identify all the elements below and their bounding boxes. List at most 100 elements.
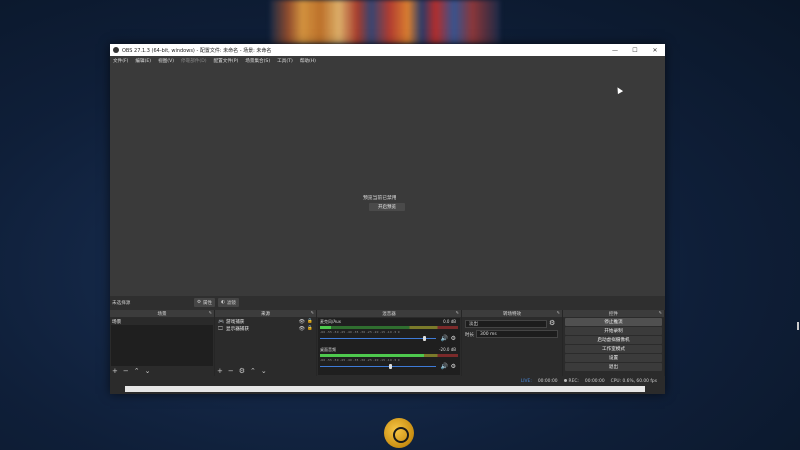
filters-button[interactable]: ◐ 滤镜 <box>218 298 239 307</box>
scene-list[interactable]: 场景 <box>111 318 213 366</box>
visibility-icon[interactable]: 👁 <box>299 319 305 325</box>
gear-icon[interactable]: ⚙ <box>451 335 456 342</box>
sources-toolbar: + − ⚙ ⌃ ⌄ <box>217 367 272 375</box>
stop-streaming-button[interactable]: 停止推流 <box>565 318 662 326</box>
docks-row: 场景 ✎ 场景 + − ⌃ ⌄ 来源 ✎ 🎮 游戏捕获 👁 🔒 🖵 显示器捕获 … <box>110 310 665 376</box>
ball-logo-icon <box>384 418 414 448</box>
move-down-icon[interactable]: ⌄ <box>145 367 151 375</box>
visibility-icon[interactable]: 👁 <box>299 326 305 332</box>
source-settings-icon[interactable]: ⚙ <box>239 367 245 375</box>
filters-label: 滤镜 <box>226 300 236 306</box>
gear-icon[interactable]: ⚙ <box>549 319 555 327</box>
dock-float-icon[interactable]: ✎ <box>456 310 459 315</box>
properties-button[interactable]: ⚙ 属性 <box>194 298 216 307</box>
menu-file[interactable]: 文件(F) <box>113 58 128 64</box>
speaker-icon[interactable]: 🔊 <box>441 363 448 370</box>
mixer-body: 麦克风/Aux 0.0 dB -60 -55 -50 -45 -40 -35 -… <box>318 318 460 375</box>
source-item-display-capture[interactable]: 🖵 显示器捕获 👁 🔒 <box>216 325 315 332</box>
mixer-channel-desktop: 桌面音频 -20.0 dB -60 -55 -50 -45 -40 -35 -3… <box>318 346 460 374</box>
move-down-icon[interactable]: ⌄ <box>261 367 267 375</box>
channel-db: -20.0 dB <box>439 347 456 352</box>
obs-window: OBS 27.1.3 (64-bit, windows) - 配置文件: 未命名… <box>110 44 665 394</box>
title-bar: OBS 27.1.3 (64-bit, windows) - 配置文件: 未命名… <box>110 44 665 56</box>
controls-dock-header: 控件 ✎ <box>563 310 664 317</box>
settings-button[interactable]: 设置 <box>565 354 662 362</box>
volume-knob[interactable] <box>389 364 392 369</box>
lock-icon[interactable]: 🔒 <box>307 319 313 324</box>
cpu-fps: CPU: 0.6%, 60.00 fps <box>610 378 657 384</box>
menu-profile[interactable]: 配置文件(P) <box>214 58 239 64</box>
move-up-icon[interactable]: ⌃ <box>134 367 140 375</box>
volume-knob[interactable] <box>423 336 426 341</box>
meter-scale: -60 -55 -50 -45 -40 -35 -30 -25 -20 -15 … <box>320 358 400 362</box>
source-toolbar: 未选择源 ⚙ 属性 ◐ 滤镜 <box>110 296 665 310</box>
scenes-dock: 场景 ✎ 场景 + − ⌃ ⌄ <box>110 310 214 376</box>
remove-scene-icon[interactable]: − <box>123 367 129 375</box>
dock-float-icon[interactable]: ✎ <box>659 310 662 315</box>
move-up-icon[interactable]: ⌃ <box>250 367 256 375</box>
transition-select[interactable]: 淡出 <box>465 320 547 328</box>
preview-area[interactable]: 预览当前已禁用 开启预览 <box>110 66 665 296</box>
rec-time: 00:00:00 <box>584 378 605 384</box>
source-item-game-capture[interactable]: 🎮 游戏捕获 👁 🔒 <box>216 318 315 325</box>
menu-view[interactable]: 视图(V) <box>158 58 174 64</box>
rec-indicator: REC: <box>563 378 579 384</box>
mixer-title: 混音器 <box>382 311 396 317</box>
speaker-icon[interactable]: 🔊 <box>441 335 448 342</box>
meter-level <box>320 326 332 329</box>
volume-slider[interactable] <box>320 366 436 367</box>
wallpaper-stripes <box>270 0 500 44</box>
properties-label: 属性 <box>203 300 213 306</box>
live-time: 00:00:00 <box>537 378 558 384</box>
studio-mode-button[interactable]: 工作室模式 <box>565 345 662 353</box>
enable-preview-button[interactable]: 开启预览 <box>369 203 405 211</box>
mixer-dock-header: 混音器 ✎ <box>317 310 461 317</box>
menu-docks[interactable]: 停靠部件(D) <box>181 58 207 64</box>
list-item[interactable]: 场景 <box>111 318 213 325</box>
maximize-button[interactable]: ☐ <box>625 47 645 54</box>
controls-title: 控件 <box>609 311 618 317</box>
start-recording-button[interactable]: 开始录制 <box>565 327 662 335</box>
dock-float-icon[interactable]: ✎ <box>557 310 560 315</box>
close-button[interactable]: ✕ <box>645 47 665 54</box>
no-source-label: 未选择源 <box>112 301 131 306</box>
exit-button[interactable]: 退出 <box>565 363 662 371</box>
add-source-icon[interactable]: + <box>217 367 223 375</box>
mixer-dock: 混音器 ✎ 麦克风/Aux 0.0 dB -60 -55 -50 -45 -40… <box>317 310 461 376</box>
gear-icon: ⚙ <box>197 300 202 305</box>
menu-bar: 文件(F) 编辑(E) 视图(V) 停靠部件(D) 配置文件(P) 场景集合(S… <box>110 56 665 66</box>
menu-edit[interactable]: 编辑(E) <box>135 58 151 64</box>
duration-input[interactable]: 300 ms <box>476 330 558 338</box>
volume-row: 🔊 ⚙ <box>320 335 458 342</box>
menu-scene-collection[interactable]: 场景集合(S) <box>245 58 270 64</box>
horizontal-scrollbar[interactable] <box>125 386 645 392</box>
audio-meter <box>320 326 458 329</box>
filter-icon: ◐ <box>221 300 225 305</box>
lock-icon[interactable]: 🔒 <box>307 326 313 331</box>
status-bar: LIVE: 00:00:00 REC: 00:00:00 CPU: 0.6%, … <box>110 376 665 386</box>
source-list[interactable]: 🎮 游戏捕获 👁 🔒 🖵 显示器捕获 👁 🔒 <box>216 318 315 366</box>
channel-name: 桌面音频 <box>320 347 336 352</box>
add-scene-icon[interactable]: + <box>112 367 118 375</box>
dock-float-icon[interactable]: ✎ <box>311 310 314 315</box>
channel-name: 麦克风/Aux <box>320 319 341 324</box>
menu-tools[interactable]: 工具(T) <box>277 58 293 64</box>
minimize-button[interactable]: — <box>605 47 625 54</box>
window-title: OBS 27.1.3 (64-bit, windows) - 配置文件: 未命名… <box>122 47 272 54</box>
meter-scale: -60 -55 -50 -45 -40 -35 -30 -25 -20 -15 … <box>320 330 400 334</box>
duration-label: 时长 <box>465 333 474 338</box>
meter-level <box>320 354 424 357</box>
preview-disabled-message: 预览当前已禁用 <box>363 196 397 201</box>
mixer-channel-mic: 麦克风/Aux 0.0 dB -60 -55 -50 -45 -40 -35 -… <box>318 318 460 346</box>
rec-label: REC: <box>568 378 579 384</box>
transitions-dock-header: 转场特效 ✎ <box>462 310 562 317</box>
virtual-camera-button[interactable]: 启动虚拟摄像机 <box>565 336 662 344</box>
volume-slider[interactable] <box>320 338 436 339</box>
game-icon: 🎮 <box>218 318 225 325</box>
edge-marker <box>797 322 799 330</box>
gear-icon[interactable]: ⚙ <box>451 363 456 370</box>
menu-help[interactable]: 帮助(H) <box>300 58 316 64</box>
remove-source-icon[interactable]: − <box>228 367 234 375</box>
scenes-toolbar: + − ⌃ ⌄ <box>112 367 156 375</box>
dock-float-icon[interactable]: ✎ <box>209 310 212 315</box>
